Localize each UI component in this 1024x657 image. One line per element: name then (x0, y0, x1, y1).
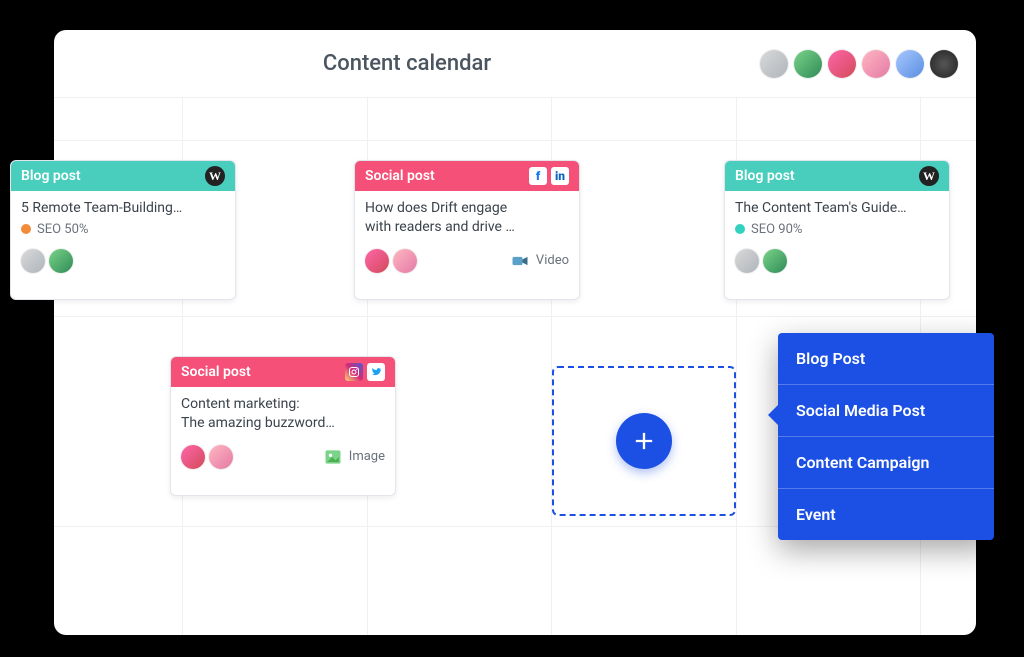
card-header: Social post f in (355, 161, 579, 191)
card-type-label: Social post (181, 364, 345, 380)
card-body: 5 Remote Team-Building… SEO 50% (11, 191, 235, 243)
avatar[interactable] (735, 249, 759, 273)
card-body: The Content Team's Guide… SEO 90% (725, 191, 949, 243)
seo-row: SEO 50% (21, 222, 225, 237)
card-header: Blog post W (11, 161, 235, 191)
page-title: Content calendar (54, 51, 760, 76)
assignees (735, 249, 939, 273)
avatar[interactable] (393, 249, 417, 273)
header-avatars (760, 50, 976, 78)
card-type-label: Blog post (735, 168, 919, 184)
avatar[interactable] (896, 50, 924, 78)
wordpress-icon: W (919, 166, 939, 186)
avatar[interactable] (365, 249, 389, 273)
seo-label: SEO 90% (751, 222, 802, 237)
media-tag: Image (323, 447, 385, 467)
card-type-label: Social post (365, 168, 529, 184)
assignees (181, 445, 323, 469)
card-title: The Content Team's Guide… (735, 199, 939, 218)
avatar[interactable] (828, 50, 856, 78)
avatar[interactable] (930, 50, 958, 78)
menu-item-event[interactable]: Event (778, 489, 994, 540)
menu-item-content-campaign[interactable]: Content Campaign (778, 437, 994, 489)
card-footer (725, 243, 949, 283)
add-menu-popover: Blog Post Social Media Post Content Camp… (778, 333, 994, 540)
seo-dot-icon (735, 224, 745, 234)
add-button[interactable] (616, 413, 672, 469)
card-title-line: The amazing buzzword… (181, 415, 335, 431)
card-title: 5 Remote Team-Building… (21, 199, 225, 218)
card-header: Social post (171, 357, 395, 387)
avatar[interactable] (760, 50, 788, 78)
seo-row: SEO 90% (735, 222, 939, 237)
card-header: Blog post W (725, 161, 949, 191)
card-footer: Image (171, 439, 395, 479)
header: Content calendar (54, 30, 976, 98)
card-title-line: with readers and drive … (365, 219, 515, 235)
avatar[interactable] (794, 50, 822, 78)
card-type-label: Blog post (21, 168, 205, 184)
plus-icon (630, 427, 658, 455)
assignees (365, 249, 510, 273)
card-footer: Video (355, 243, 579, 283)
card-social-post[interactable]: Social post Content marketing: The amazi… (170, 356, 396, 496)
wordpress-icon: W (205, 166, 225, 186)
avatar[interactable] (181, 445, 205, 469)
card-title-line: How does Drift engage (365, 200, 507, 216)
avatar[interactable] (763, 249, 787, 273)
avatar[interactable] (49, 249, 73, 273)
card-title: How does Drift engage with readers and d… (365, 199, 569, 237)
image-icon (323, 447, 343, 467)
card-title: Content marketing: The amazing buzzword… (181, 395, 385, 433)
seo-label: SEO 50% (37, 222, 88, 237)
card-body: How does Drift engage with readers and d… (355, 191, 579, 243)
card-footer (11, 243, 235, 283)
twitter-icon (367, 363, 385, 381)
card-blog-post[interactable]: Blog post W The Content Team's Guide… SE… (724, 160, 950, 300)
assignees (21, 249, 225, 273)
card-blog-post[interactable]: Blog post W 5 Remote Team-Building… SEO … (10, 160, 236, 300)
avatar[interactable] (21, 249, 45, 273)
media-label: Image (349, 449, 385, 464)
card-title-line: Content marketing: (181, 396, 300, 412)
instagram-icon (345, 363, 363, 381)
media-label: Video (536, 253, 569, 268)
add-drop-zone[interactable] (552, 366, 736, 516)
card-body: Content marketing: The amazing buzzword… (171, 387, 395, 439)
grid-line (54, 316, 976, 317)
facebook-icon: f (529, 167, 547, 185)
grid-line (54, 140, 976, 141)
avatar[interactable] (209, 445, 233, 469)
card-social-post[interactable]: Social post f in How does Drift engage w… (354, 160, 580, 300)
video-icon (510, 251, 530, 271)
network-icons (345, 363, 385, 381)
media-tag: Video (510, 251, 569, 271)
menu-item-blog-post[interactable]: Blog Post (778, 333, 994, 385)
seo-dot-icon (21, 224, 31, 234)
linkedin-icon: in (551, 167, 569, 185)
network-icons: f in (529, 167, 569, 185)
menu-item-social-media-post[interactable]: Social Media Post (778, 385, 994, 437)
avatar[interactable] (862, 50, 890, 78)
